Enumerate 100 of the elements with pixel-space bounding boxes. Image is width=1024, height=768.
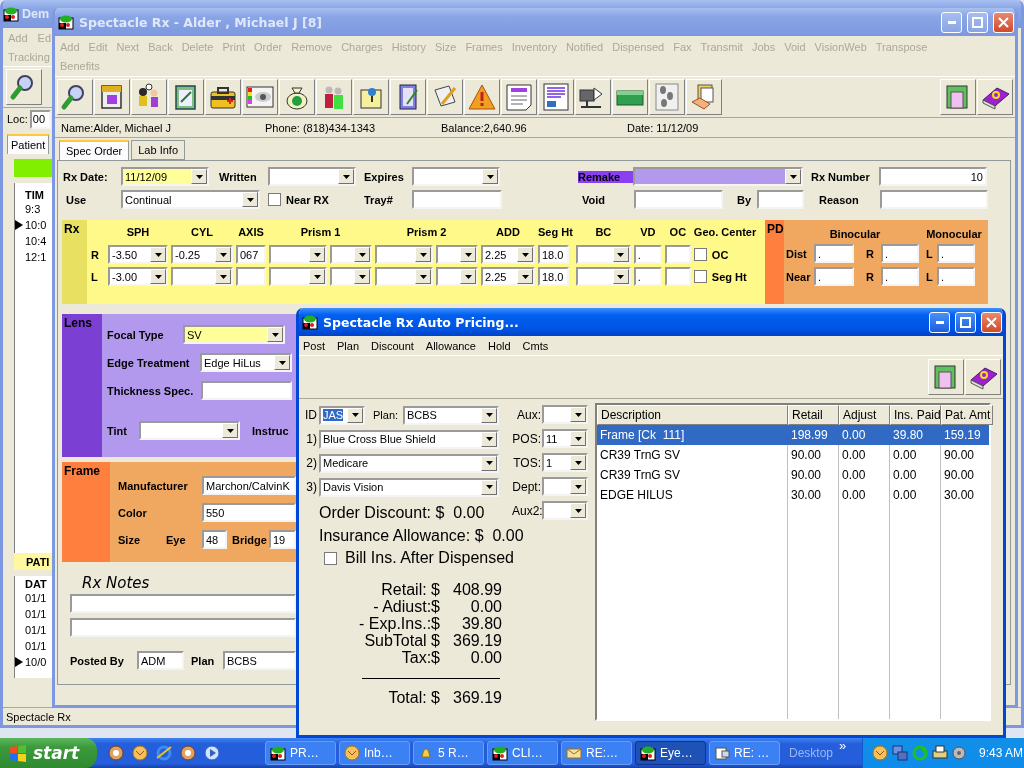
browser-icon[interactable] <box>155 744 173 762</box>
toolbar-button[interactable] <box>977 79 1013 115</box>
text-field[interactable]: 10 <box>879 167 987 186</box>
text-field[interactable]: 00 <box>29 109 51 129</box>
taskbar-button[interactable]: RE: … <box>709 741 780 765</box>
dropdown[interactable]: 1 <box>542 453 588 472</box>
text-field[interactable]: . <box>937 267 975 286</box>
table-row[interactable]: EDGE HILUS 30.00 0.00 0.00 30.00 <box>597 485 989 505</box>
text-field[interactable]: 18.0 <box>538 245 569 264</box>
dropdown[interactable] <box>330 267 372 286</box>
text-field[interactable]: 19 <box>269 530 296 549</box>
table-row[interactable]: Frame [Ck 111] 198.99 0.00 39.80 159.19 <box>597 425 989 445</box>
menu-item[interactable]: Discount <box>371 339 414 352</box>
checkbox[interactable] <box>693 248 707 261</box>
table-row[interactable]: CR39 TrnG SV 90.00 0.00 0.00 90.00 <box>597 445 989 465</box>
dropdown[interactable] <box>139 421 240 440</box>
dropdown[interactable] <box>542 501 588 520</box>
dropdown[interactable] <box>633 167 803 186</box>
close-button[interactable] <box>993 11 1014 33</box>
minimize-button[interactable] <box>929 311 950 333</box>
column-header[interactable]: Adjust <box>839 405 890 425</box>
dropdown[interactable]: Blue Cross Blue Shield <box>319 429 499 449</box>
toolbar-button[interactable] <box>6 69 42 105</box>
dropdown[interactable]: Continual <box>121 190 260 209</box>
taskbar-button[interactable]: RE:… <box>561 741 632 765</box>
dropdown[interactable]: -3.00 <box>108 267 168 286</box>
checkbox[interactable] <box>324 551 337 565</box>
tab[interactable]: Patient <box>7 134 50 154</box>
text-field[interactable] <box>757 190 804 209</box>
toolbar-button[interactable] <box>131 79 167 115</box>
toolbar-button[interactable] <box>94 79 130 115</box>
printer-icon[interactable] <box>931 744 949 762</box>
list-item[interactable]: 01/1 <box>25 592 47 604</box>
dropdown[interactable] <box>268 167 356 186</box>
media-icon[interactable] <box>203 744 221 762</box>
dropdown[interactable]: Medicare <box>319 453 499 473</box>
checkbox[interactable] <box>693 270 707 283</box>
menu-item[interactable]: Post <box>303 339 325 352</box>
list-item[interactable]: 01/1 <box>25 624 47 636</box>
text-field[interactable] <box>880 190 988 209</box>
taskbar-button[interactable]: 5 R… <box>413 741 484 765</box>
close-button[interactable] <box>981 311 1002 333</box>
toolbar-button[interactable] <box>205 79 241 115</box>
toolbar-button[interactable] <box>279 79 315 115</box>
text-field[interactable]: 18.0 <box>538 267 569 286</box>
list-item[interactable]: 9:3 <box>25 203 41 215</box>
mail-icon[interactable] <box>131 744 149 762</box>
text-field[interactable]: . <box>881 267 919 286</box>
text-field[interactable]: . <box>633 245 662 264</box>
dropdown[interactable]: -0.25 <box>171 245 233 264</box>
dropdown[interactable] <box>171 267 233 286</box>
globe-icon[interactable] <box>107 744 125 762</box>
column-header[interactable]: Retail <box>788 405 839 425</box>
toolbar-button[interactable] <box>168 79 204 115</box>
toolbar-button[interactable] <box>242 79 278 115</box>
dropdown[interactable]: BCBS <box>403 405 499 425</box>
taskbar-button[interactable]: CLI… <box>487 741 558 765</box>
dropdown[interactable] <box>575 267 631 286</box>
taskbar-button[interactable]: PR… <box>265 741 336 765</box>
chevron-button[interactable]: » <box>839 738 847 753</box>
list-item[interactable]: 01/1 <box>25 608 47 620</box>
text-field[interactable] <box>664 267 691 286</box>
text-field[interactable] <box>201 381 292 400</box>
list-item[interactable]: 01/1 <box>25 640 47 652</box>
checkbox[interactable] <box>268 193 281 206</box>
dropdown[interactable]: SV <box>183 325 285 344</box>
mail-icon[interactable] <box>871 744 889 762</box>
dropdown[interactable] <box>542 405 588 424</box>
text-field[interactable]: . <box>633 267 662 286</box>
taskbar-button[interactable]: Inb… <box>339 741 410 765</box>
column-header[interactable]: Description <box>597 405 788 425</box>
text-field[interactable] <box>70 618 296 637</box>
dropdown[interactable] <box>375 267 433 286</box>
text-field[interactable]: . <box>881 244 919 263</box>
dropdown[interactable]: Edge HiLus <box>200 353 292 372</box>
taskbar-button[interactable]: Eye… <box>635 741 706 765</box>
toolbar-button[interactable] <box>316 79 352 115</box>
dropdown[interactable]: JAS <box>319 405 365 425</box>
menu-item[interactable]: Plan <box>337 339 360 352</box>
dropdown[interactable]: 11/12/09 <box>121 167 209 186</box>
menu-item[interactable]: Allowance <box>425 339 476 352</box>
dropdown[interactable] <box>412 167 500 186</box>
list-item[interactable]: 10:0 <box>25 219 47 231</box>
text-field[interactable]: 550 <box>202 503 296 522</box>
menu-item[interactable]: Hold <box>488 339 511 352</box>
speaker-icon[interactable] <box>951 744 969 762</box>
toolbar-button[interactable] <box>57 79 93 115</box>
dropdown[interactable]: 11 <box>542 429 588 448</box>
tab[interactable]: Lab Info <box>131 140 185 160</box>
toolbar-button[interactable] <box>965 359 1001 395</box>
text-field[interactable] <box>70 594 296 613</box>
text-field[interactable]: ADM <box>137 651 184 670</box>
table-row[interactable]: CR39 TrnG SV 90.00 0.00 0.00 90.00 <box>597 465 989 485</box>
list-item[interactable]: 12:1 <box>25 251 47 263</box>
column-header[interactable]: Pat. Amt <box>941 405 993 425</box>
menu-item[interactable]: Cmts <box>522 339 549 352</box>
dropdown[interactable] <box>269 245 327 264</box>
text-field[interactable]: BCBS <box>223 651 296 670</box>
text-field[interactable]: Marchon/CalvinK <box>202 476 296 495</box>
text-field[interactable]: . <box>937 244 975 263</box>
